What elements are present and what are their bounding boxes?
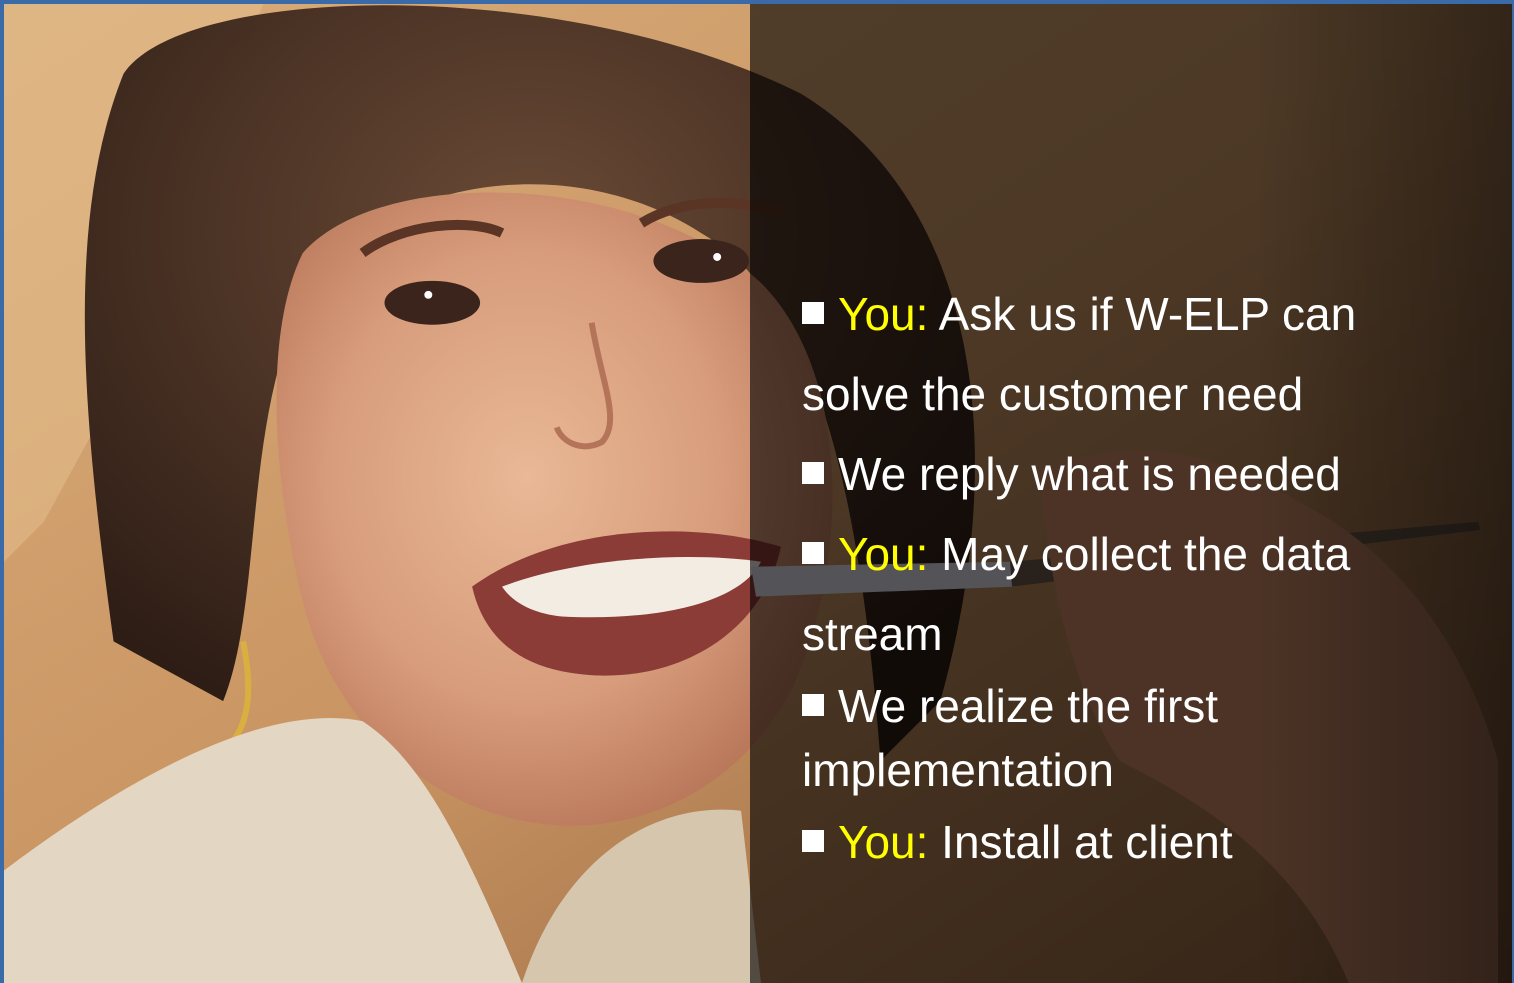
bullet-speaker: You: [838,816,929,868]
slide: You: Ask us if W-ELP can solve the custo… [0,0,1514,983]
bullet-text: stream [802,608,943,660]
bullet-continuation: solve the customer need [802,354,1502,434]
bullet-item: We realize the first [802,674,1502,738]
bullet-speaker: You: [838,528,929,580]
bullet-item: You: May collect the data [802,514,1502,594]
bullet-text: May collect the data [928,528,1351,580]
square-bullet-icon [802,302,824,324]
bullet-speaker: You: [838,288,929,340]
bullet-continuation: stream [802,594,1502,674]
square-bullet-icon [802,462,824,484]
bullet-text: We realize the first [838,680,1219,732]
bullet-item: We reply what is needed [802,434,1502,514]
square-bullet-icon [802,830,824,852]
bullet-text: Ask us if W-ELP can [928,288,1357,340]
bullet-continuation: implementation [802,738,1502,802]
bullet-list: You: Ask us if W-ELP can solve the custo… [802,274,1502,882]
square-bullet-icon [802,542,824,564]
bullet-text: solve the customer need [802,368,1304,420]
bullet-item: You: Ask us if W-ELP can [802,274,1502,354]
bullet-item: You: Install at client [802,802,1502,882]
bullet-text: We reply what is needed [838,448,1341,500]
bullet-text: Install at client [928,816,1233,868]
square-bullet-icon [802,694,824,716]
bullet-text: implementation [802,744,1114,796]
